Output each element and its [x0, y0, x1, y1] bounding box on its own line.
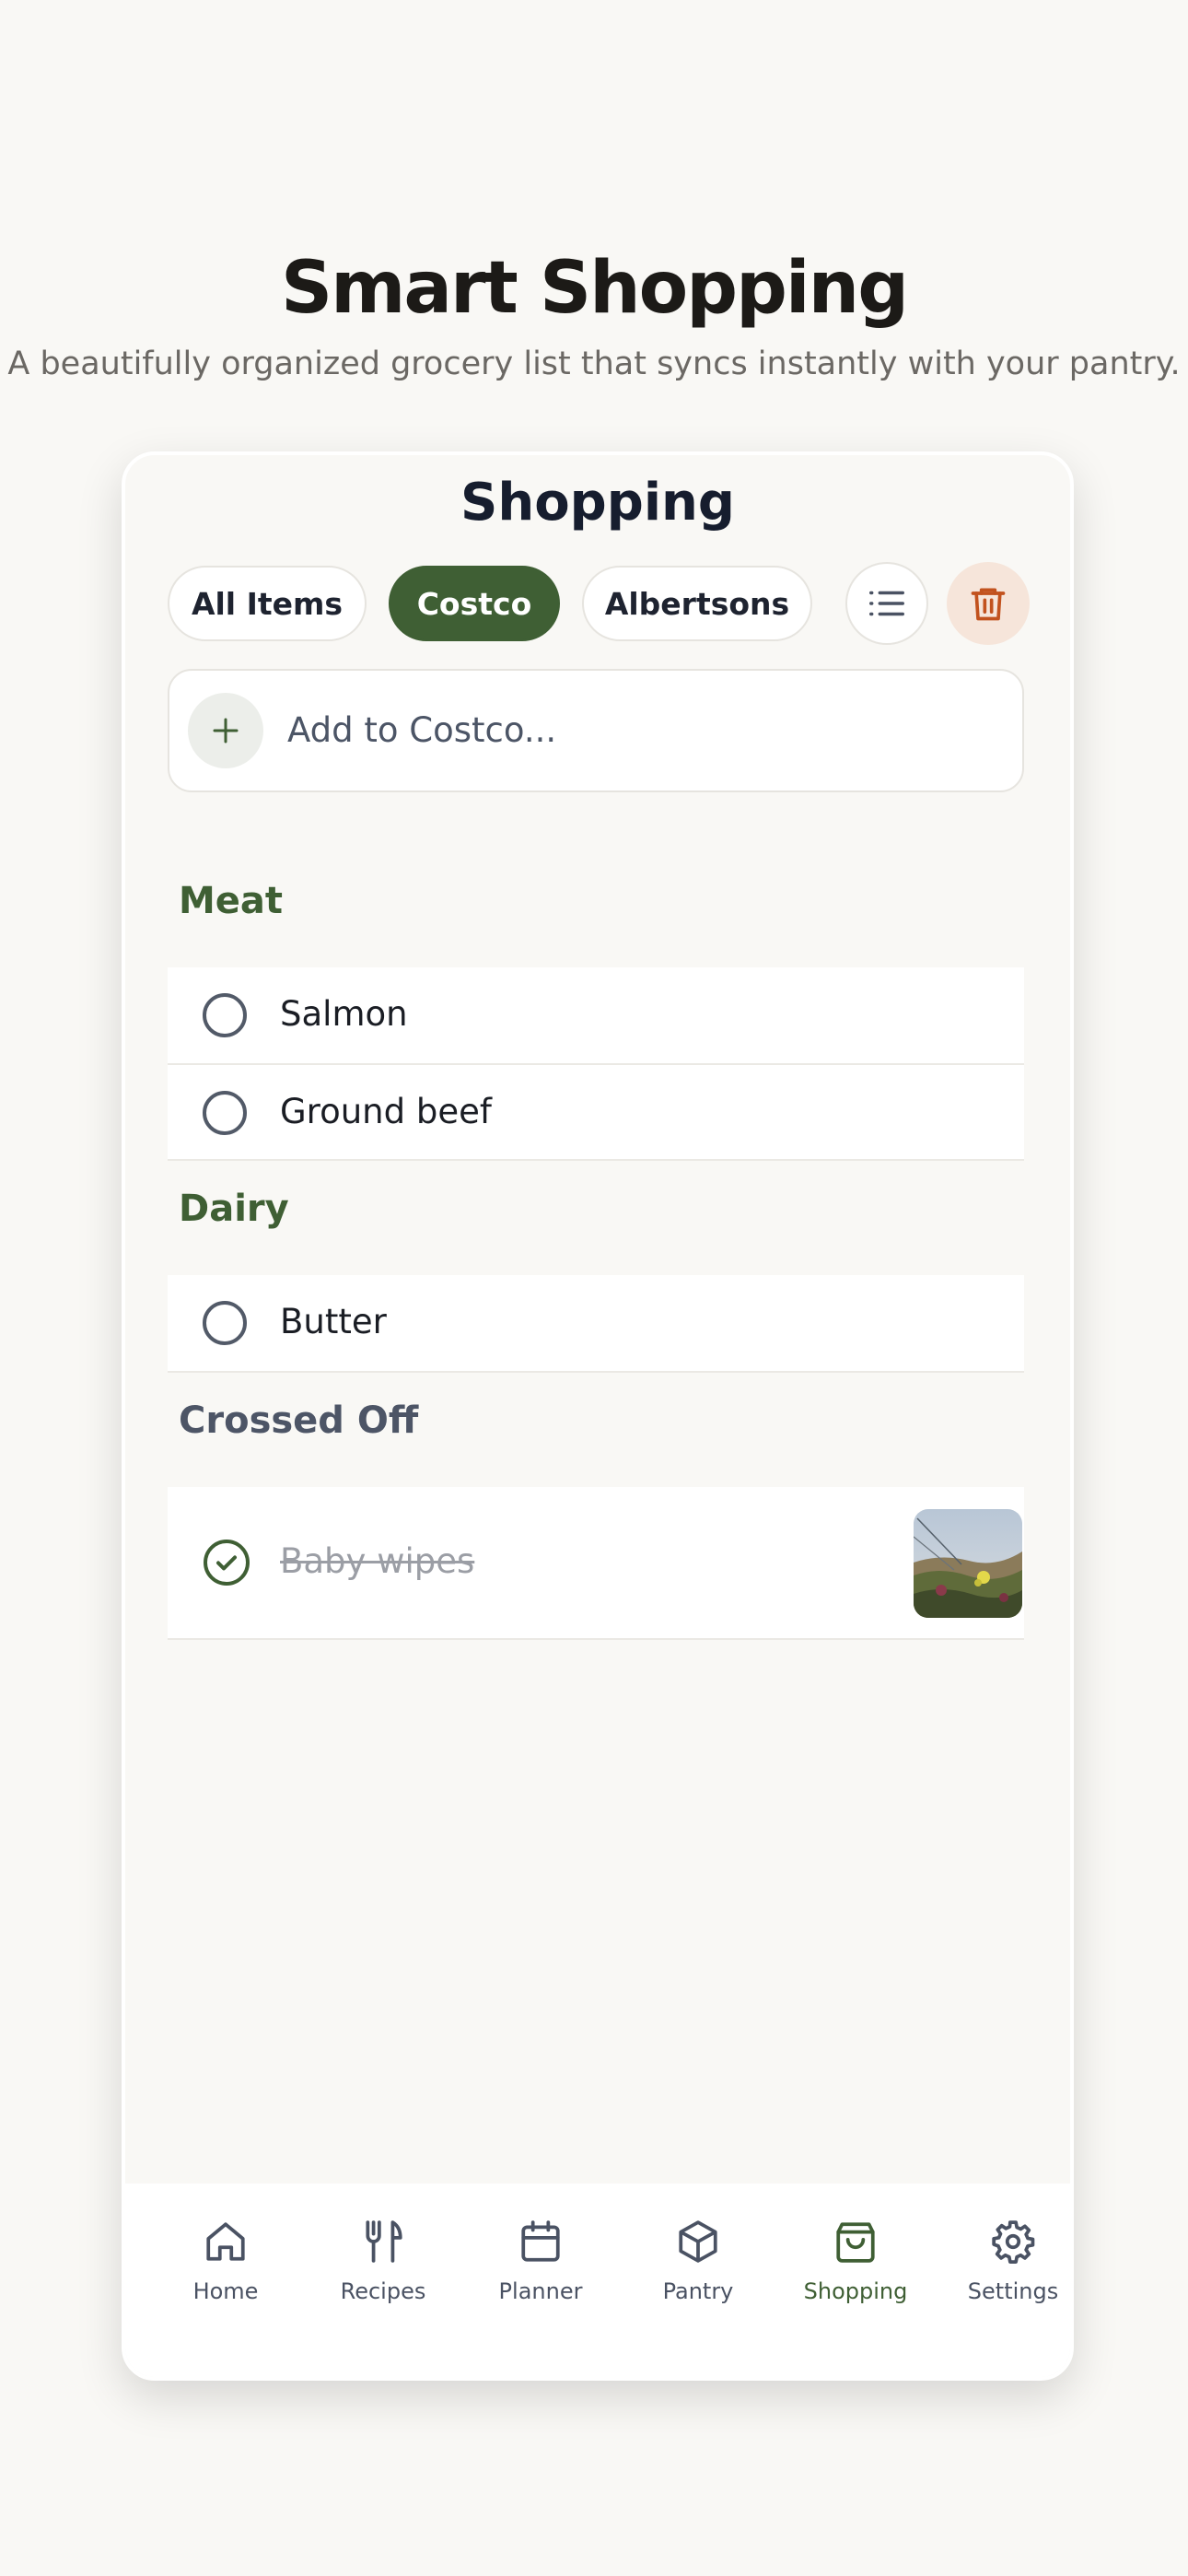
- section-header-meat: Meat: [179, 880, 284, 922]
- item-photo[interactable]: [914, 1509, 1022, 1618]
- hero-subtitle: A beautifully organized grocery list tha…: [7, 345, 1181, 382]
- checked-icon[interactable]: [203, 1539, 250, 1587]
- home-icon: [206, 2222, 245, 2261]
- item-label: Butter: [280, 1302, 387, 1341]
- item-checkbox[interactable]: [203, 1091, 247, 1135]
- tab-label: Settings: [967, 2278, 1059, 2304]
- item-checkbox[interactable]: [203, 1301, 247, 1345]
- list-view-button[interactable]: [845, 562, 928, 645]
- item-label: Ground beef: [280, 1092, 492, 1131]
- tab-bar: Home Recipes Planner Pantry Shopping Set…: [125, 2184, 1070, 2377]
- tab-label: Recipes: [340, 2278, 426, 2304]
- calendar-icon: [521, 2220, 560, 2262]
- add-item-input[interactable]: Add to Costco...: [287, 704, 556, 757]
- hero-title: Smart Shopping: [280, 247, 909, 330]
- item-label: Baby wipes: [280, 1541, 475, 1581]
- gear-icon: [992, 2220, 1035, 2264]
- filter-chip-all-items[interactable]: All Items: [168, 566, 367, 641]
- tab-shopping[interactable]: Shopping: [777, 2219, 934, 2329]
- list-item[interactable]: Butter: [168, 1275, 1024, 1373]
- utensils-icon: [366, 2220, 402, 2263]
- trash-icon: [971, 588, 1006, 621]
- tab-pantry[interactable]: Pantry: [620, 2219, 776, 2329]
- section-header-crossed-off: Crossed Off: [179, 1399, 419, 1442]
- delete-button[interactable]: [947, 562, 1030, 645]
- shopping-bag-icon: [836, 2222, 875, 2263]
- item-checkbox[interactable]: [203, 993, 247, 1037]
- list-icon: [869, 591, 904, 616]
- plus-icon: [213, 718, 239, 744]
- tab-settings[interactable]: Settings: [935, 2219, 1070, 2329]
- tab-recipes[interactable]: Recipes: [305, 2219, 461, 2329]
- tab-label: Home: [192, 2278, 259, 2304]
- add-item-field[interactable]: Add to Costco...: [168, 669, 1024, 792]
- tab-label: Pantry: [662, 2278, 734, 2304]
- tab-home[interactable]: Home: [147, 2219, 304, 2329]
- item-label: Salmon: [280, 994, 408, 1034]
- box-icon: [679, 2220, 717, 2263]
- tab-label: Shopping: [803, 2278, 908, 2304]
- tab-planner[interactable]: Planner: [462, 2219, 619, 2329]
- filter-chip-costco[interactable]: Costco: [389, 566, 560, 641]
- list-item[interactable]: Baby wipes: [168, 1487, 1024, 1640]
- tab-label: Planner: [498, 2278, 583, 2304]
- section-header-dairy: Dairy: [179, 1188, 289, 1230]
- page-title: Shopping: [460, 473, 735, 533]
- add-item-button[interactable]: [188, 693, 263, 768]
- list-item[interactable]: Ground beef: [168, 1065, 1024, 1161]
- list-item[interactable]: Salmon: [168, 967, 1024, 1065]
- filter-chip-albertsons[interactable]: Albertsons: [582, 566, 812, 641]
- phone-frame: Shopping All Items Costco Albertsons Add…: [122, 451, 1074, 2381]
